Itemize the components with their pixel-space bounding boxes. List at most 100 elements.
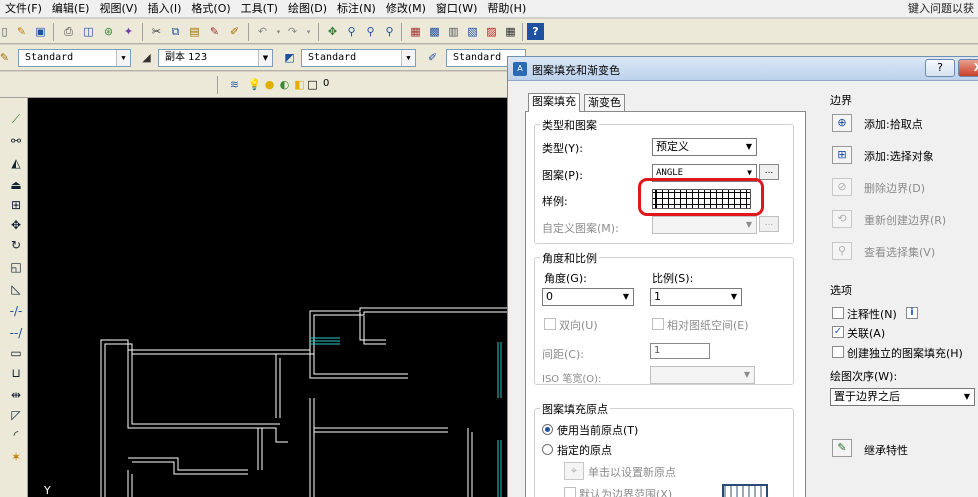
move-icon[interactable]: ✥ xyxy=(7,216,25,234)
menu-format[interactable]: 格式(O) xyxy=(186,0,235,18)
explode-icon[interactable]: ✶ xyxy=(7,448,25,466)
array-icon[interactable]: ⊞ xyxy=(7,196,25,214)
remove-boundaries-button[interactable]: 删除边界(D) xyxy=(864,180,925,196)
layer-color-icon[interactable]: □ xyxy=(304,76,321,93)
markup-icon[interactable]: ▨ xyxy=(483,23,500,40)
scale-icon[interactable]: ◱ xyxy=(7,258,25,276)
undo-icon[interactable]: ↶ xyxy=(254,23,271,40)
extend-icon[interactable]: --/ xyxy=(7,324,25,342)
mirror-icon[interactable]: ◭ xyxy=(7,154,25,172)
angle-select[interactable]: 0 ▼ xyxy=(542,288,634,306)
add-pick-points-icon[interactable]: ⊕ xyxy=(832,114,852,132)
remove-boundaries-icon[interactable]: ⊘ xyxy=(832,178,852,196)
tool-palettes-icon[interactable]: ▥ xyxy=(445,23,462,40)
break-icon[interactable]: ▭ xyxy=(7,344,25,362)
scale-select[interactable]: 1 ▼ xyxy=(650,288,742,306)
trim-icon[interactable]: -/- xyxy=(7,302,25,320)
info-icon[interactable]: i xyxy=(906,307,918,319)
properties-icon[interactable]: ▦ xyxy=(407,23,424,40)
view-selections-button[interactable]: 查看选择集(V) xyxy=(864,244,935,260)
menu-file[interactable]: 文件(F) xyxy=(0,0,47,18)
etransmit-icon[interactable]: ✦ xyxy=(120,23,137,40)
specified-origin-radio[interactable] xyxy=(542,444,553,455)
annotative-checkbox[interactable] xyxy=(832,307,844,319)
double-checkbox[interactable] xyxy=(544,318,556,330)
recreate-boundary-button[interactable]: 重新创建边界(R) xyxy=(864,212,946,228)
join-icon[interactable]: ⇹ xyxy=(7,386,25,404)
redo-dropdown-icon[interactable]: ▾ xyxy=(300,23,317,40)
click-set-origin-button[interactable]: ⌖ xyxy=(564,462,584,480)
text-style-combo[interactable]: Standard ▼ xyxy=(18,49,131,67)
zoom-realtime-icon[interactable]: ⚲ xyxy=(343,23,360,40)
use-current-origin-radio[interactable] xyxy=(542,424,553,435)
table-style-icon[interactable]: ◩ xyxy=(281,49,298,66)
inherit-properties-button[interactable]: 继承特性 xyxy=(864,442,908,458)
rotate-icon[interactable]: ↻ xyxy=(7,236,25,254)
menu-window[interactable]: 窗口(W) xyxy=(431,0,482,18)
type-select[interactable]: 预定义 ▼ xyxy=(652,138,757,156)
offset-icon[interactable]: ⏏ xyxy=(7,176,25,194)
relative-paper-checkbox[interactable] xyxy=(652,318,664,330)
sheet-set-icon[interactable]: ▧ xyxy=(464,23,481,40)
redo-icon[interactable]: ↷ xyxy=(284,23,301,40)
break-at-point-icon[interactable]: ⊔ xyxy=(7,364,25,382)
design-center-icon[interactable]: ▩ xyxy=(426,23,443,40)
table-style-combo[interactable]: Standard ▼ xyxy=(301,49,416,67)
drawing-canvas[interactable]: Y xyxy=(28,98,512,497)
new-icon[interactable]: ▯ xyxy=(0,23,13,40)
text-style-icon[interactable]: ✎ xyxy=(0,49,13,66)
add-select-objects-button[interactable]: 添加:选择对象 xyxy=(864,148,934,164)
tab-hatch[interactable]: 图案填充 xyxy=(528,93,580,112)
calculator-icon[interactable]: ▦ xyxy=(502,23,519,40)
view-selections-icon[interactable]: ⚲ xyxy=(832,242,852,260)
custom-pattern-select[interactable]: ▼ xyxy=(652,216,757,234)
layer-manager-icon[interactable]: ≋ xyxy=(226,76,243,93)
open-icon[interactable]: ✎ xyxy=(13,23,30,40)
fillet-icon[interactable]: ◜ xyxy=(7,426,25,444)
blockeditor-icon[interactable]: ✐ xyxy=(226,23,243,40)
dim-style-icon[interactable]: ◢ xyxy=(138,49,155,66)
menu-edit[interactable]: 编辑(E) xyxy=(47,0,95,18)
menu-dimension[interactable]: 标注(N) xyxy=(332,0,381,18)
menu-tools[interactable]: 工具(T) xyxy=(236,0,283,18)
help-icon[interactable]: ? xyxy=(527,23,544,40)
custom-browse-button[interactable]: ... xyxy=(759,216,779,232)
menu-help[interactable]: 帮助(H) xyxy=(482,0,531,18)
cut-icon[interactable]: ✂ xyxy=(148,23,165,40)
iso-pen-select[interactable]: ▼ xyxy=(650,366,755,384)
layer-name[interactable]: 0 xyxy=(323,78,329,89)
menu-modify[interactable]: 修改(M) xyxy=(381,0,431,18)
help-search-input[interactable]: 键入问题以获 xyxy=(908,0,974,18)
xline-icon[interactable]: ⚯ xyxy=(7,132,25,150)
zoom-window-icon[interactable]: ⚲ xyxy=(362,23,379,40)
create-separate-checkbox[interactable] xyxy=(832,346,844,358)
save-icon[interactable]: ▣ xyxy=(32,23,49,40)
dialog-titlebar[interactable]: A 图案填充和渐变色 ? X xyxy=(508,57,978,81)
stretch-icon[interactable]: ◺ xyxy=(7,280,25,298)
publish-icon[interactable]: ⊛ xyxy=(100,23,117,40)
preview-icon[interactable]: ◫ xyxy=(80,23,97,40)
tab-gradient[interactable]: 渐变色 xyxy=(584,94,625,112)
paste-icon[interactable]: ▤ xyxy=(186,23,203,40)
spacing-input[interactable]: 1 xyxy=(650,343,710,359)
menu-draw[interactable]: 绘图(D) xyxy=(283,0,332,18)
plot-icon[interactable]: ⎙ xyxy=(60,23,77,40)
menu-insert[interactable]: 插入(I) xyxy=(143,0,187,18)
ml-style-icon[interactable]: ✐ xyxy=(424,49,441,66)
close-button[interactable]: X xyxy=(958,59,978,77)
pattern-browse-button[interactable]: ... xyxy=(759,164,779,180)
recreate-boundary-icon[interactable]: ⟲ xyxy=(832,210,852,228)
help-button[interactable]: ? xyxy=(925,59,955,77)
menu-view[interactable]: 视图(V) xyxy=(94,0,142,18)
zoom-previous-icon[interactable]: ⚲ xyxy=(381,23,398,40)
add-pick-points-button[interactable]: 添加:拾取点 xyxy=(864,116,923,132)
default-extents-checkbox[interactable] xyxy=(564,487,576,497)
matchprop-icon[interactable]: ✎ xyxy=(206,23,223,40)
associative-checkbox[interactable]: ✓ xyxy=(832,326,844,338)
draw-order-select[interactable]: 置于边界之后 ▼ xyxy=(830,388,975,406)
copy-icon[interactable]: ⧉ xyxy=(167,23,184,40)
line-icon[interactable]: ⟋ xyxy=(7,110,25,128)
add-select-objects-icon[interactable]: ⊞ xyxy=(832,146,852,164)
pan-icon[interactable]: ✥ xyxy=(324,23,341,40)
dim-style-combo[interactable]: 副本 123 ▼ xyxy=(158,49,273,67)
